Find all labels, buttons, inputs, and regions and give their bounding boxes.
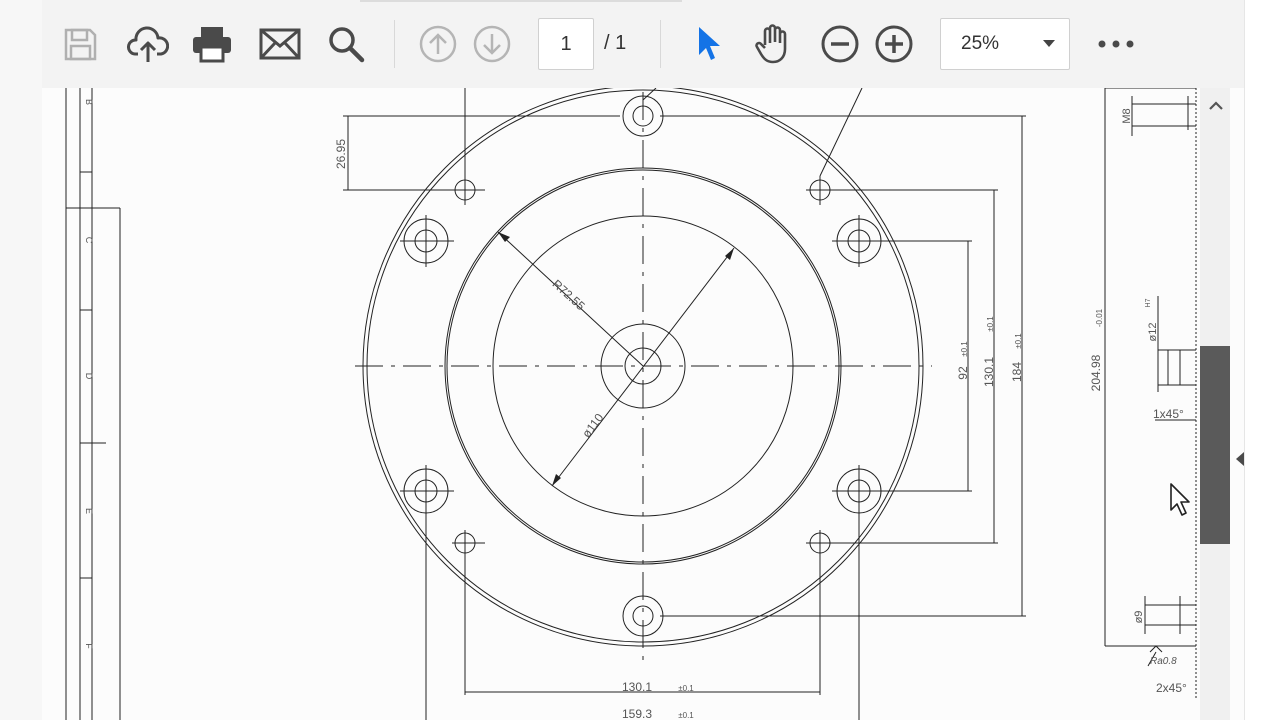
dim-26-95: 26.95 [334, 139, 348, 169]
email-icon [259, 28, 301, 60]
save-icon [64, 28, 97, 61]
page-number-input[interactable]: 1 [538, 18, 594, 70]
side-m8-label: M8 [1121, 108, 1133, 123]
scrollbar-thumb[interactable] [1200, 346, 1230, 544]
frame-label-b: B [84, 99, 94, 105]
left-side-panel [0, 0, 43, 720]
dim-130-h-tol: ±0.1 [678, 684, 694, 693]
side-chamfer2: 2x45° [1156, 681, 1187, 695]
cloud-upload-icon [127, 26, 169, 62]
tab-accent [360, 0, 682, 2]
radius-label: R72.55 [550, 277, 588, 314]
side-d12-label: ø12 [1147, 323, 1159, 342]
page-down-icon [473, 25, 511, 63]
separator [660, 20, 661, 68]
zoom-in-icon [875, 25, 913, 63]
zoom-select[interactable]: 25% [940, 18, 1070, 70]
frame-label-c: C [84, 237, 94, 244]
diameter-label: ø110 [579, 411, 606, 441]
hand-tool-icon [755, 24, 787, 64]
frame-label-f: F [84, 643, 94, 649]
search-icon [329, 27, 365, 63]
toolbar: 1 / 1 25% [42, 0, 1244, 89]
save-button[interactable] [58, 20, 102, 68]
dim-92: 92 [956, 366, 970, 380]
dim-159: 159.3 [622, 707, 652, 720]
dim-184-tol: ±0.1 [1014, 333, 1023, 349]
technical-drawing: 26.95 R72.55 ø110 92 ±0.1 130.1 ±0.1 184… [65, 88, 1197, 720]
dim-159-tol: ±0.1 [678, 711, 694, 720]
scroll-up-icon[interactable] [1206, 96, 1226, 116]
frame-label-d: D [84, 373, 94, 380]
selection-tool-button[interactable] [686, 20, 730, 68]
separator [394, 20, 395, 68]
page-count-label: / 1 [604, 32, 627, 54]
side-204-tol: -0.01 [1095, 308, 1104, 327]
dim-130-v: 130.1 [982, 357, 996, 387]
dim-130-h: 130.1 [622, 680, 652, 694]
more-tools-button[interactable] [1094, 20, 1138, 68]
hand-tool-button[interactable] [752, 20, 796, 68]
frame-label-e: E [84, 508, 94, 514]
zoom-out-icon [821, 25, 859, 63]
zoom-value: 25% [961, 33, 1000, 54]
side-d9-label: ø9 [1133, 611, 1145, 624]
document-viewport[interactable]: 26.95 R72.55 ø110 92 ±0.1 130.1 ±0.1 184… [42, 88, 1244, 720]
zoom-in-button[interactable] [872, 20, 916, 68]
upload-button[interactable] [126, 20, 170, 68]
right-side-panel [1244, 0, 1280, 720]
cursor-icon [1170, 483, 1190, 516]
expand-right-panel-icon[interactable] [1236, 452, 1244, 466]
side-d12-tol: H7 [1145, 298, 1152, 307]
email-button[interactable] [258, 20, 302, 68]
print-button[interactable] [190, 20, 234, 68]
previous-page-button[interactable] [416, 20, 460, 68]
select-arrow-icon [699, 27, 720, 60]
dim-92-tol: ±0.1 [960, 341, 969, 357]
side-chamfer1: 1x45° [1153, 407, 1184, 421]
dim-130-v-tol: ±0.1 [986, 316, 995, 332]
more-icon [1098, 40, 1134, 48]
zoom-out-button[interactable] [818, 20, 862, 68]
page-up-icon [419, 25, 457, 63]
print-icon [193, 27, 231, 63]
chevron-down-icon [1043, 40, 1055, 47]
find-button[interactable] [324, 20, 368, 68]
dim-184: 184 [1010, 362, 1024, 382]
side-ra-label: Ra0.8 [1150, 656, 1177, 667]
side-204-label: 204.98 [1089, 354, 1103, 391]
next-page-button[interactable] [470, 20, 514, 68]
